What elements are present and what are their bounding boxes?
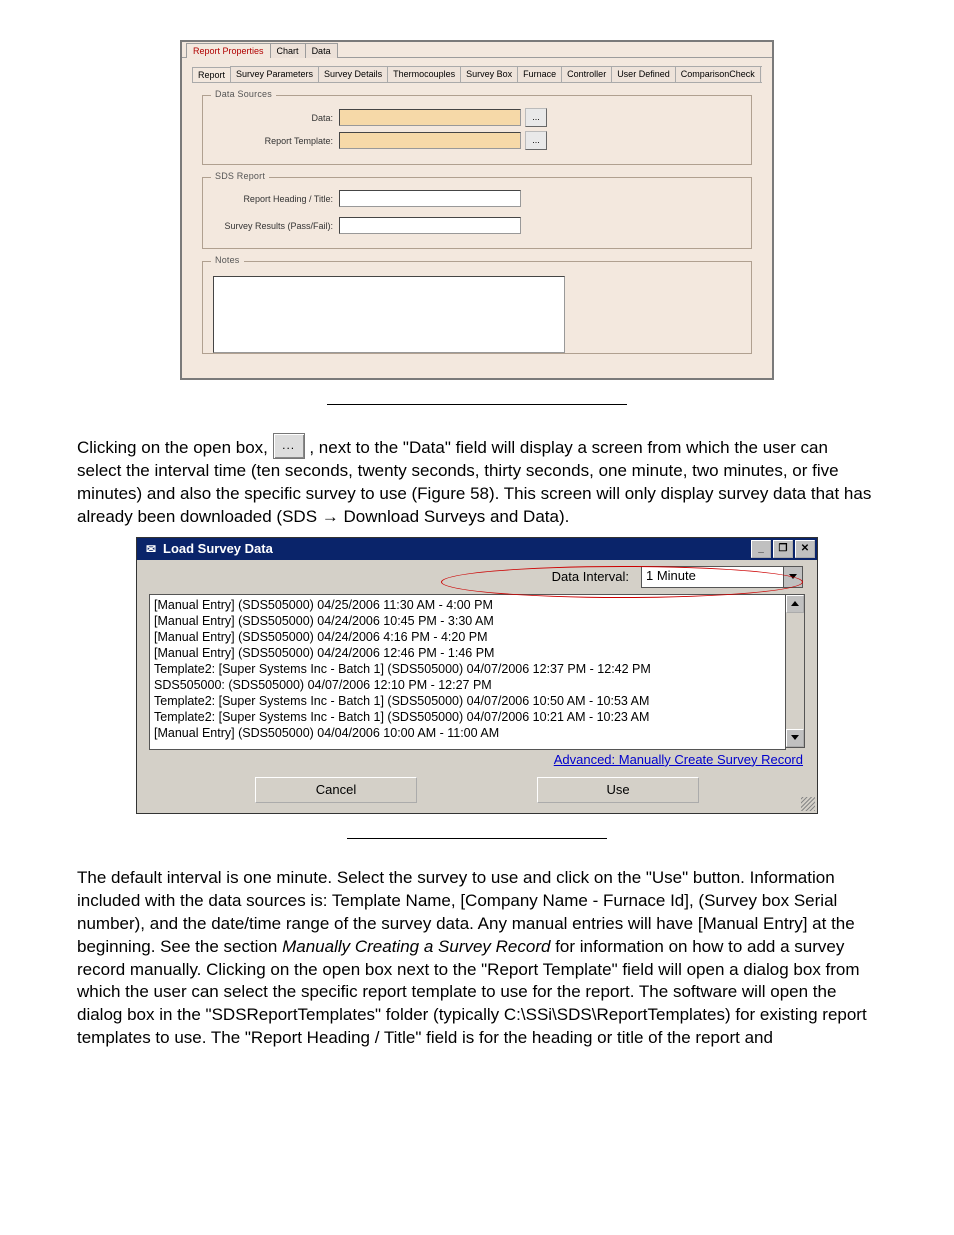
chevron-down-icon[interactable] xyxy=(783,567,802,587)
list-item[interactable]: Template2: [Super Systems Inc - Batch 1]… xyxy=(154,693,781,709)
list-item[interactable]: [Manual Entry] (SDS505000) 04/24/2006 12… xyxy=(154,645,781,661)
scrollbar[interactable] xyxy=(786,594,805,748)
list-item[interactable]: [Manual Entry] (SDS505000) 04/04/2006 10… xyxy=(154,725,781,741)
fieldset-sds-report: SDS Report Report Heading / Title: Surve… xyxy=(202,177,752,249)
label-data: Data: xyxy=(213,113,339,123)
close-button[interactable]: ✕ xyxy=(795,540,815,558)
label-report-template: Report Template: xyxy=(213,136,339,146)
scroll-track[interactable] xyxy=(786,613,804,729)
data-interval-select[interactable]: 1 Minute xyxy=(641,566,803,588)
tab-chart[interactable]: Chart xyxy=(270,43,306,58)
list-item[interactable]: [Manual Entry] (SDS505000) 04/25/2006 11… xyxy=(154,597,781,613)
data-interval-label: Data Interval: xyxy=(552,569,629,584)
open-box-icon xyxy=(273,433,305,459)
cancel-button[interactable]: Cancel xyxy=(255,777,417,803)
survey-listbox[interactable]: [Manual Entry] (SDS505000) 04/25/2006 11… xyxy=(149,594,786,750)
label-report-heading: Report Heading / Title: xyxy=(213,194,339,204)
tab-controller[interactable]: Controller xyxy=(561,66,612,82)
field-report-heading[interactable] xyxy=(339,190,521,207)
list-item[interactable]: Template2: [Super Systems Inc - Batch 1]… xyxy=(154,709,781,725)
list-item[interactable]: Template2: [Super Systems Inc - Batch 1]… xyxy=(154,661,781,677)
inner-tab-strip: Report Survey Parameters Survey Details … xyxy=(192,66,762,83)
paragraph-1: Clicking on the open box, , next to the … xyxy=(77,433,877,529)
tab-user-defined[interactable]: User Defined xyxy=(611,66,676,82)
tab-data[interactable]: Data xyxy=(305,43,338,58)
paragraph-1-a: Clicking on the open box, xyxy=(77,438,273,457)
legend-sds-report: SDS Report xyxy=(211,171,269,181)
app-icon: ✉ xyxy=(143,541,159,557)
minimize-button[interactable]: _ xyxy=(751,540,771,558)
paragraph-2-italic: Manually Creating a Survey Record xyxy=(282,937,555,956)
tab-survey-parameters[interactable]: Survey Parameters xyxy=(230,66,319,82)
legend-data-sources: Data Sources xyxy=(211,89,276,99)
notes-textarea[interactable] xyxy=(213,276,565,353)
resize-grip-icon[interactable] xyxy=(801,797,815,811)
fieldset-data-sources: Data Sources Data: ... Report Template: … xyxy=(202,95,752,165)
browse-template-button[interactable]: ... xyxy=(525,131,547,150)
scroll-down-icon[interactable] xyxy=(786,729,804,747)
data-interval-value: 1 Minute xyxy=(642,567,783,587)
tab-survey-details[interactable]: Survey Details xyxy=(318,66,388,82)
advanced-link[interactable]: Advanced: Manually Create Survey Record xyxy=(554,752,803,767)
tab-survey-box[interactable]: Survey Box xyxy=(460,66,518,82)
tab-report-properties[interactable]: Report Properties xyxy=(186,43,271,58)
divider xyxy=(327,404,627,405)
tab-report[interactable]: Report xyxy=(192,67,231,83)
list-item[interactable]: [Manual Entry] (SDS505000) 04/24/2006 4:… xyxy=(154,629,781,645)
use-button[interactable]: Use xyxy=(537,777,699,803)
fieldset-notes: Notes xyxy=(202,261,752,354)
label-survey-results: Survey Results (Pass/Fail): xyxy=(213,221,339,231)
titlebar-title: Load Survey Data xyxy=(163,541,749,556)
scroll-up-icon[interactable] xyxy=(786,595,804,613)
titlebar: ✉ Load Survey Data _ ❐ ✕ xyxy=(137,538,817,560)
load-survey-data-dialog: ✉ Load Survey Data _ ❐ ✕ Data Interval: … xyxy=(136,537,818,814)
field-report-template[interactable] xyxy=(339,132,521,149)
list-item[interactable]: SDS505000: (SDS505000) 04/07/2006 12:10 … xyxy=(154,677,781,693)
outer-tab-strip: Report Properties Chart Data xyxy=(182,42,772,58)
field-survey-results[interactable] xyxy=(339,217,521,234)
tab-furnace[interactable]: Furnace xyxy=(517,66,562,82)
tab-comparison-check2[interactable]: ComparisonCheck2 xyxy=(760,66,762,82)
tab-comparison-check[interactable]: ComparisonCheck xyxy=(675,66,761,82)
maximize-button[interactable]: ❐ xyxy=(773,540,793,558)
paragraph-2: The default interval is one minute. Sele… xyxy=(77,867,877,1051)
browse-data-button[interactable]: ... xyxy=(525,108,547,127)
tab-thermocouples[interactable]: Thermocouples xyxy=(387,66,461,82)
legend-notes: Notes xyxy=(211,255,244,265)
list-item[interactable]: [Manual Entry] (SDS505000) 04/24/2006 10… xyxy=(154,613,781,629)
field-data[interactable] xyxy=(339,109,521,126)
divider xyxy=(347,838,607,839)
report-properties-panel: Report Properties Chart Data Report Surv… xyxy=(180,40,774,380)
